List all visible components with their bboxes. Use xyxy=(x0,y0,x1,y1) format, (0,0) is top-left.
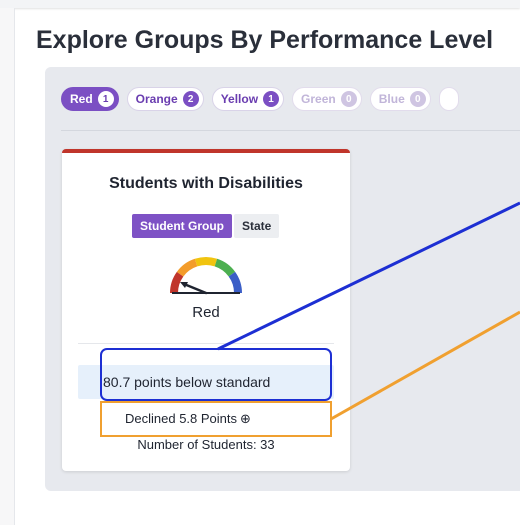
gauge-segment-red xyxy=(170,271,184,294)
filter-count-badge: 0 xyxy=(409,91,426,107)
gauge-needle xyxy=(182,282,208,295)
card-divider xyxy=(78,343,334,344)
filter-blue[interactable]: Blue 0 xyxy=(369,87,431,111)
gauge-segment-green xyxy=(214,258,236,277)
filter-label: Orange xyxy=(135,92,178,106)
filter-count-badge: 1 xyxy=(263,91,280,107)
filter-count-badge: 1 xyxy=(97,91,114,107)
change-label: Declined 5.8 Points xyxy=(125,411,238,426)
filter-count-badge: 2 xyxy=(182,91,199,107)
filter-next-partial[interactable] xyxy=(438,87,459,111)
left-rail xyxy=(0,8,15,525)
filter-green[interactable]: Green 0 xyxy=(292,87,362,111)
view-toggle: Student Group State xyxy=(132,214,280,238)
performance-level-label: Red xyxy=(192,304,220,321)
student-group-card: Students with Disabilities Student Group… xyxy=(62,149,350,471)
filter-yellow[interactable]: Yellow 1 xyxy=(211,87,285,111)
gauge-segment-orange xyxy=(176,258,198,277)
filter-orange[interactable]: Orange 2 xyxy=(126,87,204,111)
filter-label: Green xyxy=(301,92,336,106)
performance-gauge-icon xyxy=(170,257,242,295)
change-indicator: Declined 5.8 Points ⊕ xyxy=(125,411,251,427)
performance-level-filters: Red 1 Orange 2 Yellow 1 Green 0 Blue 0 xyxy=(61,87,459,111)
gauge-segment-yellow xyxy=(194,257,218,267)
filter-label: Red xyxy=(70,92,93,106)
page-title: Explore Groups By Performance Level xyxy=(36,26,494,54)
student-group-button[interactable]: Student Group xyxy=(132,214,232,238)
card-title: Students with Disabilities xyxy=(109,175,303,192)
filter-red[interactable]: Red 1 xyxy=(61,87,119,111)
down-arrow-circle-icon: ⊕ xyxy=(240,411,251,426)
gauge-segment-blue xyxy=(228,271,242,294)
performance-panel: Red 1 Orange 2 Yellow 1 Green 0 Blue 0 S… xyxy=(45,67,520,491)
filter-label: Blue xyxy=(378,92,405,106)
number-of-students: Number of Students: 33 xyxy=(137,437,275,452)
top-bar xyxy=(0,0,520,8)
filter-label: Yellow xyxy=(220,92,259,106)
filter-count-badge: 0 xyxy=(340,91,357,107)
filter-divider xyxy=(61,130,520,131)
state-button[interactable]: State xyxy=(234,214,280,238)
points-below-standard: 80.7 points below standard xyxy=(103,374,271,390)
